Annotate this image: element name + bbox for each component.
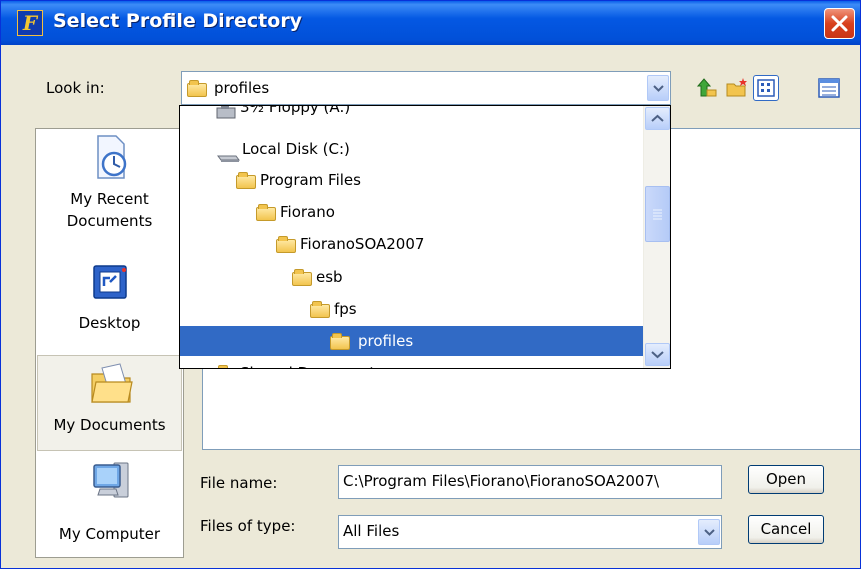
file-name-input[interactable]: C:\Program Files\Fiorano\FioranoSOA2007\ [338,465,722,499]
close-button[interactable] [824,8,855,39]
folder-icon [218,365,228,368]
dropdown-item-profiles[interactable]: profiles [180,326,643,356]
details-view-button[interactable] [817,76,841,100]
files-of-type-select[interactable]: All Files [338,515,722,549]
grip-icon [653,209,662,220]
files-of-type-label: Files of type: [200,517,296,535]
up-one-level-icon [696,78,717,97]
places-my-computer[interactable]: My Computer [36,459,183,555]
chevron-down-icon [653,85,664,92]
places-label-line1: My Documents [53,416,166,434]
dialog-title: Select Profile Directory [53,10,303,32]
dropdown-item-label: Local Disk (C:) [242,140,350,158]
chevron-down-icon [704,529,715,536]
cancel-button[interactable]: Cancel [748,515,824,544]
dropdown-item-label: Fiorano [280,203,335,221]
places-label-line2: Documents [66,212,153,230]
close-icon [831,15,848,32]
dropdown-item-fps[interactable]: fps [180,294,643,324]
scrollbar-thumb[interactable] [645,186,670,242]
up-one-level-button[interactable] [695,76,719,100]
view-menu-button[interactable] [753,75,779,101]
look-in-label: Look in: [46,79,105,97]
dropdown-item-fioranosoa2007[interactable]: FioranoSOA2007 [180,229,643,259]
title-bar[interactable]: F Select Profile Directory [1,1,860,45]
folder-icon [187,80,207,97]
new-folder-icon [726,78,747,97]
details-view-icon [818,78,840,98]
floppy-icon [216,106,236,129]
places-bar: My Recent Documents Desktop My Documents… [35,128,184,558]
select-profile-directory-dialog: F Select Profile Directory Look in: prof… [0,0,861,569]
places-my-recent-documents[interactable]: My Recent Documents [36,134,183,252]
places-label-line1: Desktop [78,314,141,332]
desktop-icon [90,262,130,302]
open-button[interactable]: Open [748,465,824,494]
files-of-type-dropdown-button[interactable] [698,519,720,545]
dropdown-item-fiorano[interactable]: Fiorano [180,197,643,227]
my-documents-icon [90,362,133,403]
fiorano-app-icon: F [17,10,43,36]
dropdown-item-label: 3½ Floppy (A:) [240,105,351,116]
look-in-dropdown-list[interactable]: 3½ Floppy (A:) Local Disk (C:) Program F… [179,105,671,369]
list-view-icon [757,79,775,97]
folder-icon [256,204,276,221]
folder-icon [236,172,256,189]
dropdown-item-local-disk[interactable]: Local Disk (C:) [180,134,643,164]
recent-documents-icon [90,134,130,179]
places-label-line1: My Computer [58,525,161,543]
look-in-value: profiles [214,79,270,97]
dropdown-item-label: esb [316,268,343,286]
chevron-up-icon [651,114,664,122]
scroll-down-button[interactable] [645,343,670,366]
places-label-line1: My Recent [70,190,149,208]
dropdown-item-esb[interactable]: esb [180,262,643,292]
places-my-documents[interactable]: My Documents [37,355,182,451]
dropdown-item-floppy[interactable]: 3½ Floppy (A:) [180,105,643,122]
dropdown-item-label: fps [334,300,357,318]
dropdown-item-label: Program Files [260,171,361,189]
my-computer-icon [90,459,130,499]
places-desktop[interactable]: Desktop [36,262,183,352]
look-in-combobox[interactable]: profiles [181,71,671,105]
file-name-label: File name: [200,474,278,492]
look-in-dropdown-button[interactable] [647,75,669,101]
folder-icon [276,236,296,253]
dropdown-item-shared-documents[interactable]: Shared Documents [180,358,643,368]
dropdown-scrollbar[interactable] [643,106,670,368]
folder-icon [310,301,330,318]
chevron-down-icon [651,351,664,359]
dropdown-item-label: Shared Documents [240,358,383,368]
scroll-up-button[interactable] [645,107,670,130]
dropdown-item-label: profiles [358,332,414,350]
folder-icon [330,333,350,350]
create-new-folder-button[interactable] [725,76,749,100]
dropdown-item-program-files[interactable]: Program Files [180,165,643,195]
dropdown-item-label: FioranoSOA2007 [300,235,425,253]
folder-icon [292,269,312,286]
files-of-type-value: All Files [343,522,400,540]
